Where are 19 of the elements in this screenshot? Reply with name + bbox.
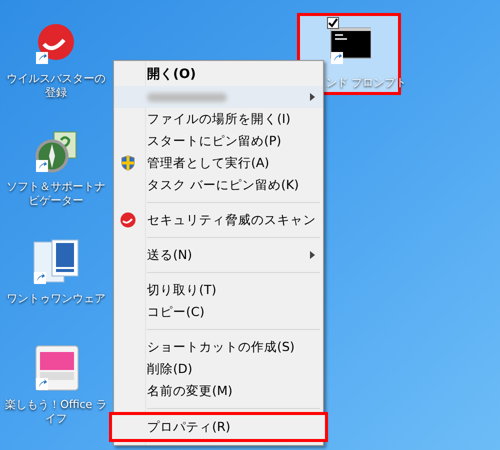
menu-item[interactable]: スタートにピン留め(P) [114,130,323,152]
menu-item[interactable]: セキュリティ脅威のスキャン [114,209,323,231]
menu-item[interactable]: 名前の変更(M) [114,380,323,402]
shield-icon [120,155,136,171]
menu-item[interactable]: 送る(N) [114,244,323,266]
menu-item[interactable]: ファイルの場所を開く(I) [114,108,323,130]
checkbox-checked-icon[interactable] [327,17,339,29]
submenu-arrow-icon [310,251,315,259]
document-icon[interactable] [32,238,80,286]
compass-icon[interactable] [34,130,78,174]
menu-item[interactable]: タスク バーにピン留め(K) [114,174,323,196]
submenu-arrow-icon [310,93,315,101]
menu-item[interactable]: プロパティ(R) [112,415,325,439]
menu-item[interactable]: 切り取り(T) [114,279,323,301]
menu-item[interactable]: 削除(D) [114,358,323,380]
menu-item[interactable]: ショートカットの作成(S) [114,336,323,358]
security-scan-icon [120,212,136,228]
menu-item[interactable]: 管理者として実行(A) [114,152,323,174]
menu-item[interactable]: コピー(C) [114,301,323,323]
